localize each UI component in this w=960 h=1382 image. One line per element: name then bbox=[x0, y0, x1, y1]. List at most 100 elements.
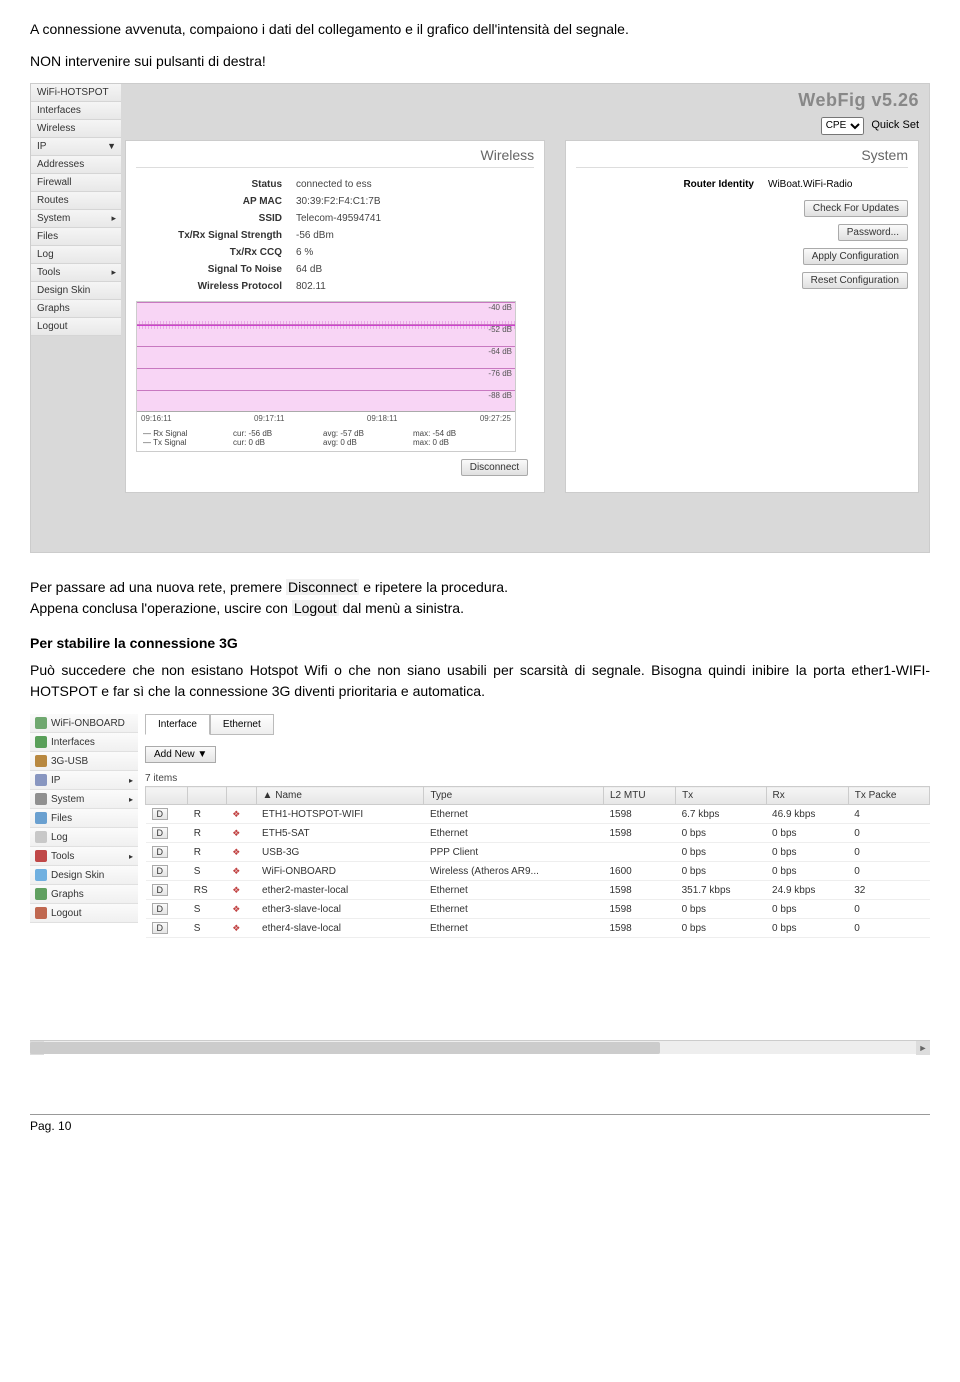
sidebar-item-system[interactable]: System▸ bbox=[31, 210, 121, 228]
cell: R bbox=[188, 843, 226, 862]
nav-item-wifi-onboard[interactable]: WiFi-ONBOARD bbox=[30, 714, 138, 733]
col-header[interactable]: Tx bbox=[676, 787, 766, 805]
legend-avg: avg: -57 dB bbox=[323, 429, 413, 438]
interfaces-screenshot: WiFi-ONBOARDInterfaces3G-USBIP ▸System ▸… bbox=[30, 714, 930, 1054]
cell: 32 bbox=[848, 881, 929, 900]
legend-cur: cur: 0 dB bbox=[233, 438, 323, 447]
wireless-row: Tx/Rx Signal Strength-56 dBm bbox=[136, 227, 534, 244]
add-new-button[interactable]: Add New ▼ bbox=[145, 746, 216, 763]
nav-icon bbox=[35, 755, 47, 767]
nav-item-interfaces[interactable]: Interfaces bbox=[30, 733, 138, 752]
nav-item-log[interactable]: Log bbox=[30, 828, 138, 847]
label: Tx/Rx CCQ bbox=[136, 247, 296, 258]
detail-button[interactable]: D bbox=[152, 903, 169, 915]
col-header[interactable]: L2 MTU bbox=[603, 787, 675, 805]
cell: Wireless (Atheros AR9... bbox=[424, 862, 604, 881]
reset-configuration-button[interactable]: Reset Configuration bbox=[802, 272, 908, 289]
cell: ETH5-SAT bbox=[256, 824, 424, 843]
nav-item-logout[interactable]: Logout bbox=[30, 904, 138, 923]
col-header[interactable]: Tx Packe bbox=[848, 787, 929, 805]
scroll-right-icon[interactable]: ► bbox=[916, 1041, 930, 1055]
chart-time-label: 09:17:11 bbox=[254, 414, 285, 423]
mid-p3: Può succedere che non esistano Hotspot W… bbox=[30, 660, 930, 702]
detail-button[interactable]: D bbox=[152, 808, 169, 820]
table-row[interactable]: DS❖WiFi-ONBOARDWireless (Atheros AR9...1… bbox=[146, 862, 930, 881]
wireless-row: SSIDTelecom-49594741 bbox=[136, 210, 534, 227]
cell: Ethernet bbox=[424, 824, 604, 843]
cell: 4 bbox=[848, 805, 929, 824]
detail-button[interactable]: D bbox=[152, 827, 169, 839]
nav-icon bbox=[35, 812, 47, 824]
nav-icon bbox=[35, 888, 47, 900]
col-header[interactable]: ▲ Name bbox=[256, 787, 424, 805]
label: Wireless Protocol bbox=[136, 281, 296, 292]
table-row[interactable]: DRS❖ether2-master-localEthernet1598351.7… bbox=[146, 881, 930, 900]
nav-item-design-skin[interactable]: Design Skin bbox=[30, 866, 138, 885]
nav-item-system[interactable]: System ▸ bbox=[30, 790, 138, 809]
detail-button[interactable]: D bbox=[152, 865, 169, 877]
wireless-row: Tx/Rx CCQ6 % bbox=[136, 244, 534, 261]
cell: ❖ bbox=[226, 881, 256, 900]
nav-item-graphs[interactable]: Graphs bbox=[30, 885, 138, 904]
sidebar-item-logout[interactable]: Logout bbox=[31, 318, 121, 336]
sidebar-item-design-skin[interactable]: Design Skin bbox=[31, 282, 121, 300]
nav-item-files[interactable]: Files bbox=[30, 809, 138, 828]
nav-item-ip[interactable]: IP ▸ bbox=[30, 771, 138, 790]
sidebar-item-wireless[interactable]: Wireless bbox=[31, 120, 121, 138]
sidebar-item-tools[interactable]: Tools▸ bbox=[31, 264, 121, 282]
sidebar-item-wifi-hotspot[interactable]: WiFi-HOTSPOT bbox=[31, 84, 121, 102]
table-row[interactable]: DS❖ether3-slave-localEthernet15980 bps0 … bbox=[146, 900, 930, 919]
detail-button[interactable]: D bbox=[152, 922, 169, 934]
cell: ether2-master-local bbox=[256, 881, 424, 900]
nav-item-3g-usb[interactable]: 3G-USB bbox=[30, 752, 138, 771]
col-header[interactable]: Type bbox=[424, 787, 604, 805]
disconnect-button[interactable]: Disconnect bbox=[461, 459, 528, 476]
sidebar-item-firewall[interactable]: Firewall bbox=[31, 174, 121, 192]
tab-ethernet[interactable]: Ethernet bbox=[210, 714, 274, 735]
sidebar-item-addresses[interactable]: Addresses bbox=[31, 156, 121, 174]
nav-item-tools[interactable]: Tools ▸ bbox=[30, 847, 138, 866]
cell: 1598 bbox=[603, 824, 675, 843]
label: Tx/Rx Signal Strength bbox=[136, 230, 296, 241]
interface-icon: ❖ bbox=[232, 809, 240, 819]
cell: 0 bps bbox=[676, 843, 766, 862]
apply-configuration-button[interactable]: Apply Configuration bbox=[803, 248, 908, 265]
expand-icon: ▸ bbox=[111, 267, 116, 278]
wireless-panel: Wireless Statusconnected to essAP MAC30:… bbox=[125, 140, 545, 493]
scroll-thumb[interactable] bbox=[30, 1042, 660, 1054]
col-header[interactable] bbox=[226, 787, 256, 805]
check-for-updates-button[interactable]: Check For Updates bbox=[804, 200, 908, 217]
cell: 1598 bbox=[603, 900, 675, 919]
horizontal-scrollbar[interactable]: ◄ ► bbox=[30, 1040, 930, 1054]
col-header[interactable] bbox=[146, 787, 188, 805]
cell: USB-3G bbox=[256, 843, 424, 862]
signal-chart: -40 dB-52 dB-64 dB-76 dB-88 dB 09:16:110… bbox=[136, 301, 516, 452]
sidebar-item-interfaces[interactable]: Interfaces bbox=[31, 102, 121, 120]
sidebar-item-graphs[interactable]: Graphs bbox=[31, 300, 121, 318]
legend-cur: cur: -56 dB bbox=[233, 429, 323, 438]
table-row[interactable]: DS❖ether4-slave-localEthernet15980 bps0 … bbox=[146, 919, 930, 938]
table-row[interactable]: DR❖USB-3GPPP Client0 bps0 bps0 bbox=[146, 843, 930, 862]
sidebar-item-files[interactable]: Files bbox=[31, 228, 121, 246]
table-row[interactable]: DR❖ETH5-SATEthernet15980 bps0 bps0 bbox=[146, 824, 930, 843]
label: Status bbox=[136, 179, 296, 190]
col-header[interactable]: Rx bbox=[766, 787, 848, 805]
table-row[interactable]: DR❖ETH1-HOTSPOT-WIFIEthernet15986.7 kbps… bbox=[146, 805, 930, 824]
sidebar-item-log[interactable]: Log bbox=[31, 246, 121, 264]
detail-button[interactable]: D bbox=[152, 846, 169, 858]
nav-icon bbox=[35, 793, 47, 805]
interface-icon: ❖ bbox=[232, 923, 240, 933]
cell: D bbox=[146, 843, 188, 862]
chart-gridline: -64 dB bbox=[137, 346, 515, 356]
detail-button[interactable]: D bbox=[152, 884, 169, 896]
wireless-row: AP MAC30:39:F2:F4:C1:7B bbox=[136, 193, 534, 210]
password--button[interactable]: Password... bbox=[838, 224, 908, 241]
quickset-select[interactable]: CPE bbox=[821, 117, 864, 135]
col-header[interactable] bbox=[188, 787, 226, 805]
tab-interface[interactable]: Interface bbox=[145, 714, 210, 735]
nav-label: System bbox=[51, 794, 84, 805]
sidebar-item-routes[interactable]: Routes bbox=[31, 192, 121, 210]
sidebar-item-ip[interactable]: IP▼ bbox=[31, 138, 121, 156]
label: Signal To Noise bbox=[136, 264, 296, 275]
expand-icon: ▸ bbox=[129, 852, 133, 861]
